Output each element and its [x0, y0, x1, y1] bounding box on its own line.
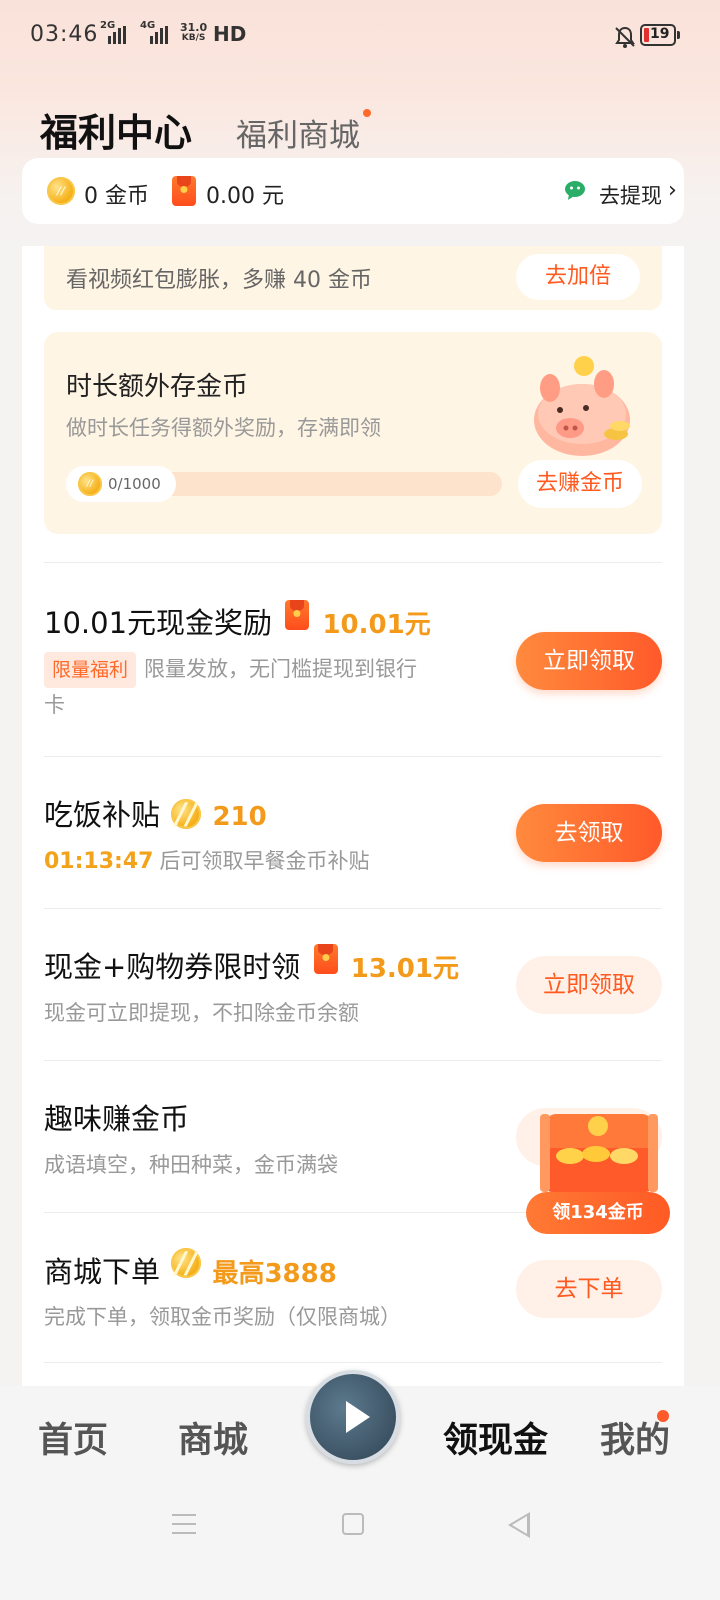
coin-icon: [78, 472, 102, 496]
limited-tag: 限量福利: [44, 652, 137, 688]
task-description: 现金可立即提现，不扣除金币余额: [44, 1001, 359, 1025]
nav-mall[interactable]: 商城: [178, 1412, 248, 1463]
piggy-bank-icon: [534, 356, 630, 456]
withdraw-link[interactable]: 去提现: [599, 180, 662, 210]
net-speed-unit: KB/S: [181, 33, 206, 43]
task-title: 吃饭补贴 210: [44, 792, 267, 834]
divider: [44, 756, 662, 757]
double-reward-button[interactable]: 去加倍: [516, 254, 640, 300]
divider: [44, 908, 662, 909]
notification-dot: [363, 109, 371, 117]
task-description: 成语填空，种田种菜，金币满袋: [44, 1153, 338, 1177]
task-title-text: 吃饭补贴: [44, 798, 161, 832]
tab-welfare-center[interactable]: 福利中心: [40, 102, 192, 157]
home-icon[interactable]: [342, 1513, 364, 1535]
red-packet-icon: [285, 600, 310, 630]
signal-icon: [108, 26, 126, 44]
play-icon[interactable]: [306, 1370, 400, 1464]
coin-icon: [171, 1248, 202, 1278]
treasure-chest-icon[interactable]: [540, 1104, 658, 1196]
red-packet-icon: [172, 176, 196, 206]
task-desc: 后可领取早餐金币补贴: [159, 849, 370, 873]
cash-balance[interactable]: 0.00 元: [206, 178, 284, 210]
task-title: 10.01元现金奖励 10.01元: [44, 600, 431, 642]
task-cash-coupon: 现金+购物券限时领 13.01元 现金可立即提现，不扣除金币余额 立即领取: [44, 944, 662, 1064]
task-title-text: 10.01元现金奖励: [44, 606, 273, 640]
claim-now-button[interactable]: 立即领取: [516, 956, 662, 1014]
double-reward-text: 看视频红包膨胀，多赚 40 金币: [66, 268, 372, 293]
divider: [44, 562, 662, 563]
chest-reward-button[interactable]: 领134金币: [526, 1192, 670, 1234]
progress-pill: 0/1000: [66, 466, 176, 502]
claim-button[interactable]: 去领取: [516, 804, 662, 862]
task-description: 限量福利 限量发放，无门槛提现到银行 卡: [44, 652, 494, 722]
task-amount: 13.01元: [350, 954, 459, 984]
balance-card: 0 金币 0.00 元 去提现 ›: [22, 158, 684, 224]
earn-coins-button[interactable]: 去赚金币: [518, 460, 642, 508]
task-cash-reward: 10.01元现金奖励 10.01元 限量福利 限量发放，无门槛提现到银行 卡 立即…: [44, 600, 662, 750]
task-desc-line1: 限量发放，无门槛提现到银行: [144, 657, 418, 681]
status-time: 03:46: [30, 22, 99, 47]
extra-card-title: 时长额外存金币: [66, 372, 249, 402]
task-description: 完成下单，领取金币奖励（仅限商城）: [44, 1305, 401, 1329]
back-icon[interactable]: [508, 1512, 530, 1538]
coin-balance[interactable]: 0 金币: [84, 178, 149, 210]
nav-cash[interactable]: 领现金: [443, 1412, 548, 1463]
wechat-icon: [565, 181, 585, 200]
mute-icon: [615, 26, 635, 48]
task-title: 趣味赚金币: [44, 1102, 190, 1136]
progress-text: 0/1000: [108, 475, 161, 493]
battery-level: 19: [650, 26, 670, 42]
extra-card-subtitle: 做时长任务得额外奖励，存满即领: [66, 416, 381, 440]
divider: [44, 1060, 662, 1061]
task-description: 01:13:47 后可领取早餐金币补贴: [44, 844, 369, 879]
net-speed: 31.0 KB/S: [180, 22, 207, 44]
claim-now-button[interactable]: 立即领取: [516, 632, 662, 690]
task-title-text: 现金+购物券限时领: [44, 950, 301, 984]
hd-label: HD: [213, 22, 247, 46]
task-meal-subsidy: 吃饭补贴 210 01:13:47后可领取早餐金币补贴 去领取: [44, 792, 662, 912]
countdown-timer: 01:13:47: [44, 849, 154, 874]
tab-welfare-mall[interactable]: 福利商城: [236, 110, 360, 155]
double-reward-banner: 看视频红包膨胀，多赚 40 金币 去加倍: [44, 246, 662, 310]
task-amount: 10.01元: [322, 610, 431, 640]
coin-icon: [171, 799, 202, 829]
notification-dot: [657, 1410, 669, 1422]
system-nav-bar: [0, 1484, 720, 1600]
task-title: 现金+购物券限时领 13.01元: [44, 944, 459, 986]
task-amount: 最高3888: [212, 1259, 337, 1289]
coin-icon: [47, 177, 75, 205]
red-packet-icon: [313, 944, 338, 974]
divider: [44, 1362, 662, 1363]
chevron-right-icon[interactable]: ›: [668, 178, 677, 203]
extra-coin-card: 时长额外存金币 做时长任务得额外奖励，存满即领 0/1000 去赚金币: [44, 332, 662, 534]
task-title: 商城下单 最高3888: [44, 1248, 337, 1291]
task-desc-line2: 卡: [44, 693, 65, 717]
signal-icon: [150, 26, 168, 44]
task-amount: 210: [212, 802, 267, 832]
status-bar: 03:46 2G 4G 31.0 KB/S HD 19: [0, 0, 720, 70]
net-speed-value: 31.0: [180, 21, 208, 34]
menu-icon[interactable]: [172, 1514, 196, 1534]
task-mall-order: 商城下单 最高3888 完成下单，领取金币奖励（仅限商城） 去下单: [44, 1248, 662, 1368]
nav-home[interactable]: 首页: [38, 1412, 108, 1463]
task-title-text: 商城下单: [44, 1255, 161, 1289]
battery-icon: 19: [640, 24, 680, 46]
place-order-button[interactable]: 去下单: [516, 1260, 662, 1318]
